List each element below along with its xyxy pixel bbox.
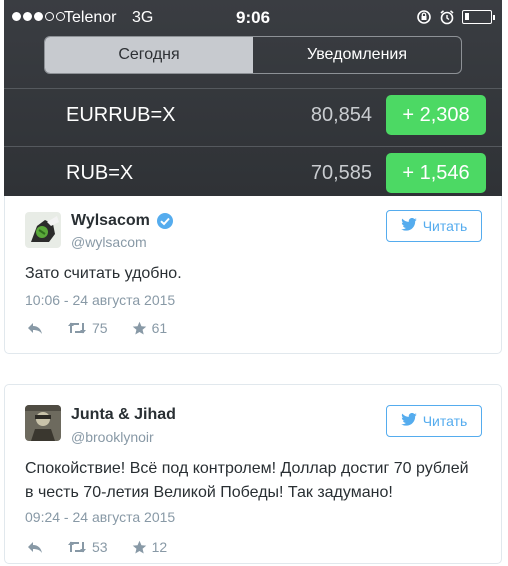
author-name[interactable]: Junta & Jihad [71, 406, 176, 424]
stock-row-rub[interactable]: RUB=X 70,585 + 1,546 [4, 146, 502, 202]
verified-badge-icon [156, 212, 174, 230]
reply-icon [27, 540, 43, 554]
follow-button[interactable]: Читать [386, 405, 482, 437]
tweet-text: Спокойствие! Всё под контролем! Доллар д… [25, 460, 469, 501]
notification-tabs: Сегодня Уведомления [44, 36, 462, 74]
like-button[interactable]: 12 [132, 539, 168, 555]
retweet-count: 53 [92, 539, 108, 555]
carrier-name: Telenor [64, 9, 117, 26]
stock-row-eurrub[interactable]: EURRUB=X 80,854 + 2,308 [4, 88, 502, 144]
battery-icon [462, 10, 495, 24]
retweet-icon [67, 540, 87, 554]
follow-label: Читать [422, 218, 468, 234]
retweet-count: 75 [92, 320, 108, 336]
tweet-date[interactable]: 10:06 - 24 августа 2015 [25, 292, 175, 308]
signal-strength-icon [12, 12, 65, 21]
follow-label: Читать [422, 413, 468, 429]
stock-change-badge[interactable]: + 2,308 [386, 95, 486, 135]
like-count: 61 [151, 320, 168, 336]
reply-button[interactable] [27, 321, 43, 335]
alarm-icon [439, 9, 455, 25]
reply-button[interactable] [27, 540, 43, 554]
tweet-text: Зато считать удобно. [25, 265, 182, 282]
like-star-icon [132, 321, 147, 336]
stock-symbol: RUB=X [66, 162, 134, 184]
tweet-card: Junta & Jihad @brooklynoir Читать Спокой… [4, 384, 502, 564]
avatar[interactable] [25, 212, 61, 248]
retweet-button[interactable]: 53 [67, 539, 108, 555]
twitter-bird-icon [400, 217, 417, 234]
twitter-bird-icon [400, 412, 417, 429]
status-bar: Telenor 3G 9:06 [4, 0, 502, 34]
tweet-actions: 53 12 [27, 539, 191, 555]
avatar[interactable] [25, 405, 61, 441]
like-star-icon [132, 540, 147, 555]
retweet-button[interactable]: 75 [67, 320, 108, 336]
like-button[interactable]: 61 [132, 320, 168, 336]
stock-symbol: EURRUB=X [66, 104, 176, 126]
tweet-date[interactable]: 09:24 - 24 августа 2015 [25, 509, 175, 525]
follow-button[interactable]: Читать [386, 210, 482, 242]
notification-center: Telenor 3G 9:06 Сегодня Уведомления EURR… [4, 0, 502, 196]
like-count: 12 [151, 539, 168, 555]
status-time: 9:06 [236, 8, 271, 27]
network-type: 3G [132, 9, 154, 26]
author-name[interactable]: Wylsacom [71, 212, 150, 230]
tab-today[interactable]: Сегодня [45, 37, 253, 73]
retweet-icon [67, 321, 87, 335]
tweet-card: Wylsacom @wylsacom Читать Зато считать у… [4, 196, 502, 354]
author-handle[interactable]: @brooklynoir [71, 429, 154, 445]
tab-notifications[interactable]: Уведомления [253, 37, 461, 73]
author-handle[interactable]: @wylsacom [71, 234, 147, 250]
stock-change-badge[interactable]: + 1,546 [386, 153, 486, 193]
reply-icon [27, 321, 43, 335]
tweet-actions: 75 61 [27, 320, 191, 336]
stock-price: 70,585 [310, 162, 372, 184]
lock-rotation-icon [416, 9, 432, 25]
stock-price: 80,854 [310, 104, 372, 126]
